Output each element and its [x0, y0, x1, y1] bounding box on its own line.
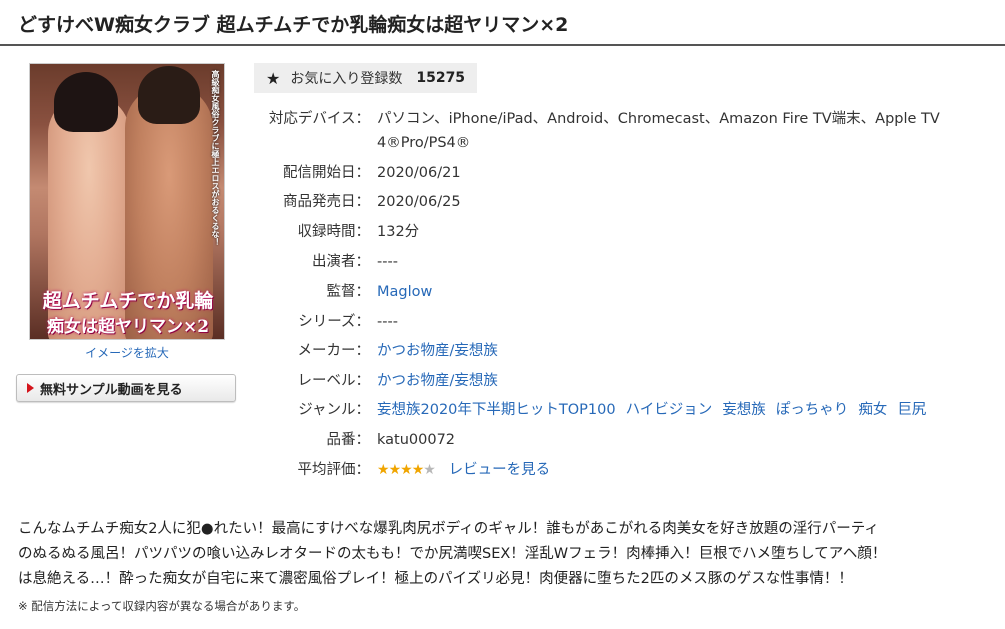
spec-key: 品番： [326, 432, 371, 448]
genre-link[interactable]: 妄想族2020年下半期ヒットTOP100 [377, 402, 616, 418]
description: こんなムチムチ痴女2人に犯●れたい！最高にすけべな爆乳肉尻ボディのギャル！誰もが… [18, 517, 1005, 592]
sample-video-button[interactable]: 無料サンプル動画を見る [16, 374, 236, 402]
play-triangle-icon [27, 383, 34, 393]
maker-link[interactable]: かつお物産/妄想族 [377, 343, 498, 359]
enlarge-image-link[interactable]: イメージを拡大 [29, 344, 225, 361]
label-link[interactable]: かつお物産/妄想族 [377, 373, 498, 389]
genre-link[interactable]: ぽっちゃり [776, 402, 849, 418]
cover-vertical-text: 高級痴女風俗クラブに極上エロスがおるくるな！ [211, 70, 220, 246]
genre-link[interactable]: 巨尻 [897, 402, 926, 418]
star-filled-icon: ★ [388, 462, 402, 478]
genre-link[interactable]: 妄想族 [722, 402, 766, 418]
favorites-count: 15275 [416, 70, 466, 86]
page-title: どすけべW痴女クラブ 超ムチムチでか乳輪痴女は超ヤリマン×2 [18, 14, 569, 36]
spec-value: パソコン、iPhone/iPad、Android、Chromecast、Amaz… [377, 111, 940, 127]
description-line: のぬるぬる風呂！パツパツの喰い込みレオタードの太もも！でか尻満喫SEX！淫乱Wフ… [18, 546, 887, 562]
spec-value: katu00072 [377, 432, 456, 448]
spec-key: 配信開始日： [283, 165, 370, 181]
favorites-badge[interactable]: ★ お気に入り登録数 15275 [254, 63, 478, 93]
spec-key: 平均評価： [297, 462, 371, 478]
cover-title-line2: 痴女は超ヤリマン×2 [46, 317, 210, 337]
star-filled-icon: ★ [411, 462, 425, 478]
genre-link[interactable]: 痴女 [858, 402, 887, 418]
star-filled-icon: ★ [400, 462, 413, 478]
spec-value: 2020/06/21 [377, 165, 461, 181]
spec-key: 収録時間： [297, 224, 371, 240]
star-empty-icon: ★ [423, 462, 436, 478]
description-line: は息絶える…！酔った痴女が自宅に来て濃密風俗プレイ！極上のパイズリ必見！肉便器に… [18, 571, 853, 587]
genre-link[interactable]: ハイビジョン [626, 402, 713, 418]
spec-key: 出演者： [312, 254, 370, 270]
package-image[interactable]: 高級痴女風俗クラブに極上エロスがおるくるな！ 超ムチムチでか乳輪 痴女は超ヤリマ… [29, 63, 225, 340]
spec-value: 132分 [377, 224, 420, 240]
review-link[interactable]: レビューを見る [449, 462, 551, 478]
spec-value: 2020/06/25 [377, 194, 461, 210]
spec-key: シリーズ： [298, 314, 370, 330]
spec-key: レーベル： [297, 373, 371, 389]
delivery-note: ※ 配信方法によって収録内容が異なる場合があります。 [18, 599, 306, 613]
spec-key: 商品発売日： [283, 194, 370, 210]
cover-title-line1: 超ムチムチでか乳輪 [42, 290, 214, 312]
favorites-label: お気に入り登録数 [290, 71, 403, 87]
spec-value: 4®Pro/PS4® [377, 135, 471, 151]
star-filled-icon: ★ [377, 462, 390, 478]
spec-value: ---- [377, 254, 398, 270]
spec-key: 監督： [326, 284, 371, 300]
cover-hair-left [54, 72, 118, 132]
star-icon: ★ [266, 68, 281, 88]
spec-key: 対応デバイス： [268, 111, 370, 127]
description-line: こんなムチムチ痴女2人に犯●れたい！最高にすけべな爆乳肉尻ボディのギャル！誰もが… [18, 521, 879, 537]
director-link[interactable]: Maglow [377, 284, 432, 300]
sample-video-label: 無料サンプル動画を見る [40, 382, 183, 398]
rating-stars: ★★★★★ [377, 460, 436, 480]
cover-hair-right [138, 66, 200, 124]
spec-key: ジャンル： [298, 402, 370, 418]
title-divider [0, 44, 1005, 46]
spec-value: ---- [377, 314, 398, 330]
spec-key: メーカー： [297, 343, 371, 359]
